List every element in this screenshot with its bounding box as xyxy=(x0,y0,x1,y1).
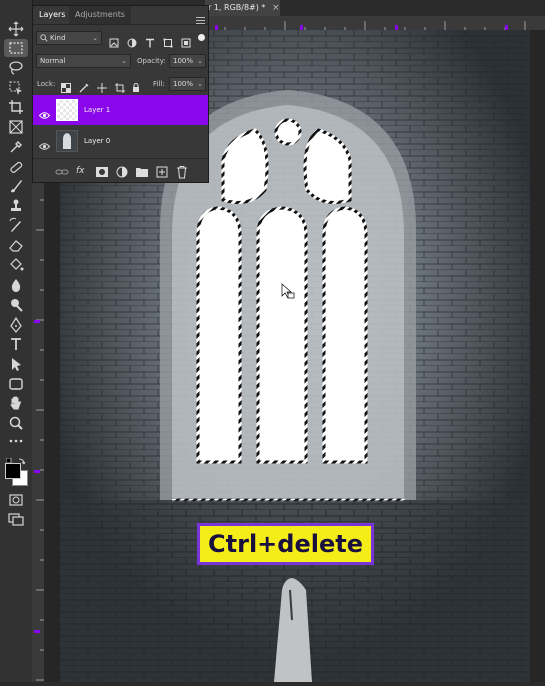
layers-panel: Layers Adjustments Kind ⌄ Normal ⌄ Opaci… xyxy=(32,5,209,183)
more-icon[interactable] xyxy=(4,432,28,450)
type-filter-icon[interactable] xyxy=(145,33,155,48)
lock-label: Lock: xyxy=(37,80,56,88)
quick-mask-icon[interactable] xyxy=(4,491,28,509)
layer-0-thumbnail[interactable] xyxy=(56,130,78,152)
lock-artboard-icon[interactable] xyxy=(115,78,125,93)
eraser-icon[interactable] xyxy=(4,236,28,254)
visibility-eye-icon[interactable] xyxy=(38,105,51,119)
screen-mode-icon[interactable] xyxy=(4,510,28,528)
type-icon[interactable] xyxy=(4,335,28,353)
opacity-value: 100% xyxy=(173,57,194,65)
layers-footer: fx xyxy=(33,158,208,183)
group-folder-icon[interactable] xyxy=(135,164,149,178)
link-layers-icon[interactable] xyxy=(55,164,69,178)
layer-row-layer-0[interactable]: Layer 0 xyxy=(33,126,208,156)
chevron-down-icon: ⌄ xyxy=(197,80,203,88)
visibility-eye-icon[interactable] xyxy=(38,136,51,150)
smart-object-filter-icon[interactable] xyxy=(181,33,191,48)
lasso-icon[interactable] xyxy=(4,59,28,77)
shortcut-caption: Ctrl+delete xyxy=(197,523,374,565)
foreground-color-swatch[interactable] xyxy=(5,463,21,479)
chevron-down-icon: ⌄ xyxy=(197,57,203,65)
blur-icon[interactable] xyxy=(4,276,28,294)
tab-layers[interactable]: Layers xyxy=(33,6,72,25)
shape-filter-icon[interactable] xyxy=(163,33,173,48)
path-select-icon[interactable] xyxy=(4,355,28,373)
hand-icon[interactable] xyxy=(4,394,28,412)
panel-menu-icon[interactable] xyxy=(196,10,205,24)
eyedropper-icon[interactable] xyxy=(4,138,28,156)
tools-toolbar xyxy=(0,0,33,682)
fx-icon[interactable]: fx xyxy=(76,164,90,178)
adjustment-filter-icon[interactable] xyxy=(127,33,137,48)
brush-icon[interactable] xyxy=(4,177,28,195)
chevron-down-icon: ⌄ xyxy=(121,57,127,65)
blend-mode-label: Normal xyxy=(40,57,66,65)
lock-all-icon[interactable] xyxy=(131,78,141,92)
healing-icon[interactable] xyxy=(4,158,28,176)
shape-icon[interactable] xyxy=(4,375,28,393)
document-tab[interactable]: r 1, RGB/8#) * xyxy=(205,0,280,16)
fill-label: Fill: xyxy=(153,80,165,88)
delete-layer-icon[interactable] xyxy=(175,164,189,179)
layer-0-name[interactable]: Layer 0 xyxy=(84,126,110,156)
filter-kind-label: Kind xyxy=(50,34,66,42)
layer-1-thumbnail[interactable] xyxy=(56,99,78,121)
paint-bucket-icon[interactable] xyxy=(4,256,28,274)
fill-field[interactable]: 100% ⌄ xyxy=(169,77,206,91)
crop-icon[interactable] xyxy=(4,98,28,116)
adjustment-layer-icon[interactable] xyxy=(115,164,129,178)
new-layer-icon[interactable] xyxy=(155,164,169,178)
object-select-icon[interactable] xyxy=(4,79,28,97)
opacity-label: Opacity: xyxy=(137,57,166,65)
horizontal-ruler xyxy=(204,16,545,31)
fill-value: 100% xyxy=(173,80,194,88)
lock-pixels-icon[interactable] xyxy=(79,78,89,93)
zoom-icon[interactable] xyxy=(4,414,28,432)
tab-adjustments[interactable]: Adjustments xyxy=(69,6,132,24)
stamp-icon[interactable] xyxy=(4,197,28,215)
lock-transparency-icon[interactable] xyxy=(61,78,71,93)
filter-kind-select[interactable]: Kind ⌄ xyxy=(36,31,102,45)
add-mask-icon[interactable] xyxy=(95,164,109,178)
layer-1-name[interactable]: Layer 1 xyxy=(84,95,110,125)
filter-toggle-icon[interactable] xyxy=(198,34,205,41)
frame-icon[interactable] xyxy=(4,118,28,136)
blend-mode-select[interactable]: Normal ⌄ xyxy=(36,54,131,68)
layer-row-layer-1[interactable]: Layer 1 xyxy=(33,95,208,125)
pixel-filter-icon[interactable] xyxy=(109,33,119,48)
chevron-down-icon: ⌄ xyxy=(92,34,98,42)
close-tab-icon[interactable]: × xyxy=(272,0,282,16)
tab-divider xyxy=(33,24,208,25)
move-icon[interactable] xyxy=(4,20,28,38)
marquee-icon[interactable] xyxy=(4,39,28,57)
history-brush-icon[interactable] xyxy=(4,216,28,234)
lock-position-icon[interactable] xyxy=(97,78,107,93)
opacity-field[interactable]: 100% ⌄ xyxy=(169,54,206,68)
default-colors-icon[interactable] xyxy=(5,451,26,465)
dodge-icon[interactable] xyxy=(4,296,28,314)
pen-icon[interactable] xyxy=(4,316,28,334)
